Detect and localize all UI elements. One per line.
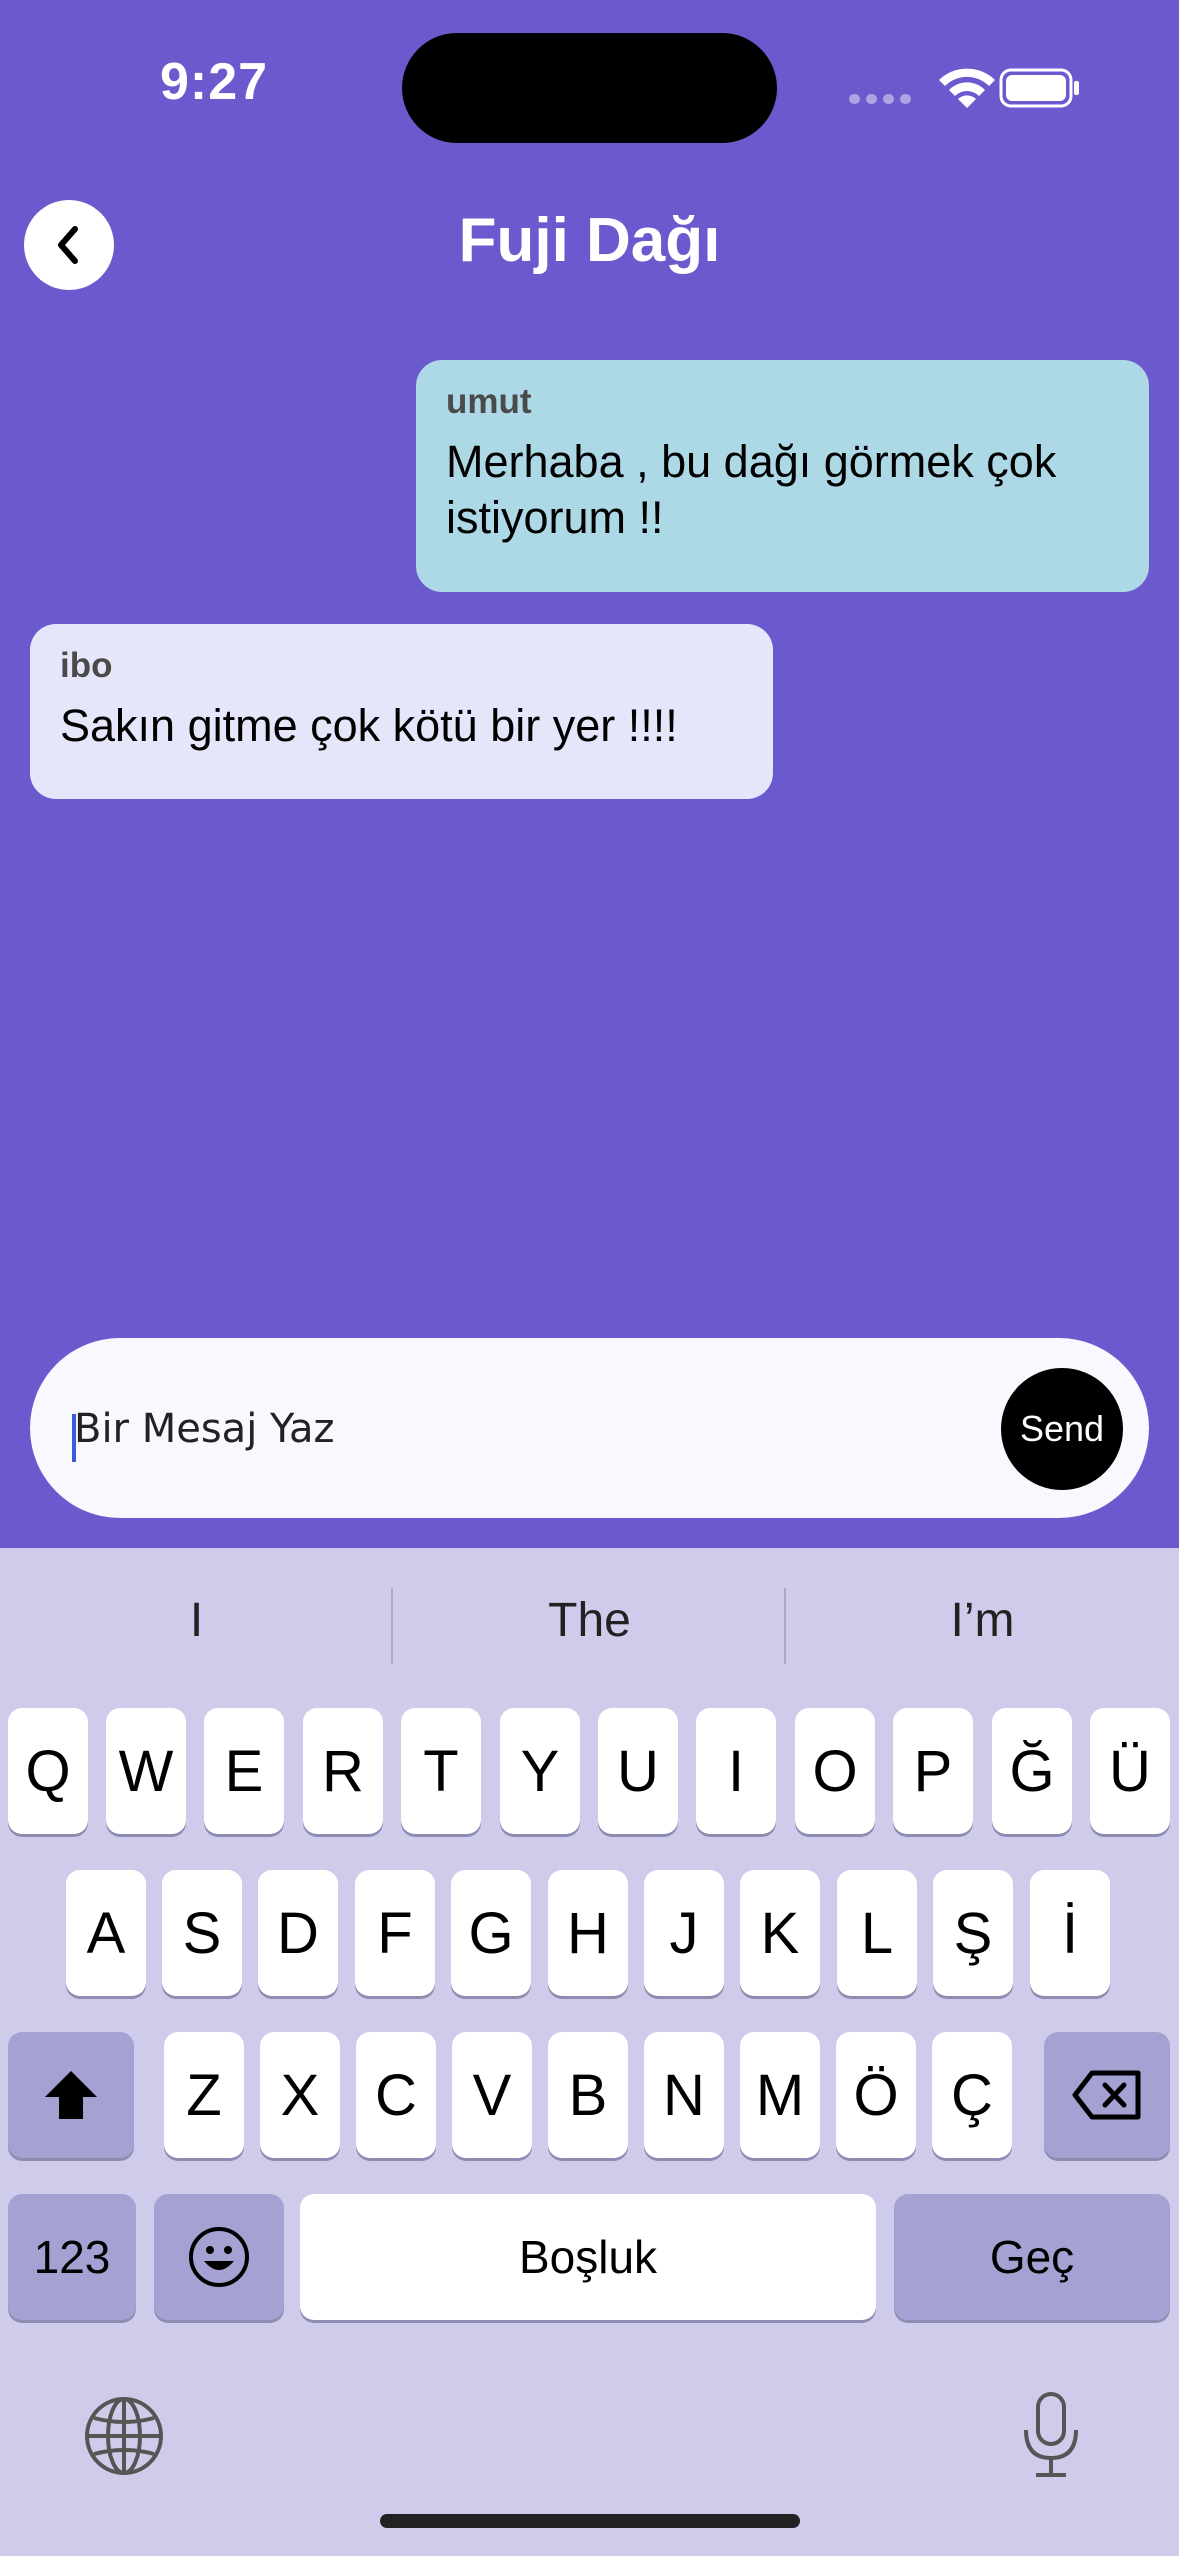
cellular-signal-icon	[849, 94, 911, 104]
microphone-icon	[1024, 2392, 1078, 2477]
page-title: Fuji Dağı	[458, 206, 721, 275]
suggestion-item[interactable]: The	[393, 1593, 786, 1648]
key-t[interactable]: T	[401, 1708, 481, 1834]
key-s-cedilla[interactable]: Ş	[933, 1870, 1013, 1996]
key-s[interactable]: S	[162, 1870, 242, 1996]
key-m[interactable]: M	[740, 2032, 820, 2158]
key-c-cedilla[interactable]: Ç	[932, 2032, 1012, 2158]
key-k[interactable]: K	[740, 1870, 820, 1996]
emoji-icon	[189, 2227, 249, 2287]
battery-icon	[999, 68, 1079, 108]
home-indicator	[380, 2514, 800, 2528]
key-c[interactable]: C	[356, 2032, 436, 2158]
message-bubble-received: ibo Sakın gitme çok kötü bir yer !!!!	[30, 624, 773, 799]
key-e[interactable]: E	[204, 1708, 284, 1834]
shift-key[interactable]	[8, 2032, 134, 2158]
message-text: Sakın gitme çok kötü bir yer !!!!	[60, 700, 678, 751]
globe-key[interactable]	[82, 2394, 166, 2478]
key-j[interactable]: J	[644, 1870, 724, 1996]
emoji-key[interactable]	[154, 2194, 284, 2320]
message-text: Merhaba , bu dağı görmek çok istiyorum !…	[446, 436, 1057, 543]
key-h[interactable]: H	[548, 1870, 628, 1996]
dictation-key[interactable]	[1018, 2390, 1084, 2480]
key-n[interactable]: N	[644, 2032, 724, 2158]
numbers-key[interactable]: 123	[8, 2194, 136, 2320]
status-time: 9:27	[160, 53, 269, 111]
key-x[interactable]: X	[260, 2032, 340, 2158]
key-d[interactable]: D	[258, 1870, 338, 1996]
space-key[interactable]: Boşluk	[300, 2194, 876, 2320]
key-w[interactable]: W	[106, 1708, 186, 1834]
key-u[interactable]: U	[598, 1708, 678, 1834]
shift-icon	[45, 2071, 97, 2119]
message-sender: umut	[446, 382, 532, 421]
key-i[interactable]: I	[696, 1708, 776, 1834]
key-l[interactable]: L	[837, 1870, 917, 1996]
key-u-umlaut[interactable]: Ü	[1090, 1708, 1170, 1834]
dynamic-island	[402, 33, 777, 143]
key-a[interactable]: A	[66, 1870, 146, 1996]
delete-key[interactable]	[1044, 2032, 1170, 2158]
key-o[interactable]: O	[795, 1708, 875, 1834]
key-b[interactable]: B	[548, 2032, 628, 2158]
key-p[interactable]: P	[893, 1708, 973, 1834]
message-bubble-sent: umut Merhaba , bu dağı görmek çok istiyo…	[416, 360, 1149, 592]
key-y[interactable]: Y	[500, 1708, 580, 1834]
key-g[interactable]: G	[451, 1870, 531, 1996]
keyboard: I The I’m Q W E R T Y U I O P Ğ Ü A S D …	[0, 1548, 1179, 2556]
key-g-breve[interactable]: Ğ	[992, 1708, 1072, 1834]
suggestion-item[interactable]: I’m	[786, 1593, 1179, 1648]
key-i-dotted[interactable]: İ	[1030, 1870, 1110, 1996]
key-r[interactable]: R	[303, 1708, 383, 1834]
message-input[interactable]	[74, 1398, 974, 1460]
message-sender: ibo	[60, 646, 113, 685]
key-o-umlaut[interactable]: Ö	[836, 2032, 916, 2158]
return-key[interactable]: Geç	[894, 2194, 1170, 2320]
wifi-icon	[939, 68, 995, 108]
globe-icon	[85, 2397, 163, 2475]
suggestion-item[interactable]: I	[0, 1593, 393, 1648]
send-button[interactable]: Send	[1001, 1368, 1123, 1490]
key-z[interactable]: Z	[164, 2032, 244, 2158]
key-f[interactable]: F	[355, 1870, 435, 1996]
backspace-icon	[1072, 2070, 1141, 2120]
key-q[interactable]: Q	[8, 1708, 88, 1834]
key-v[interactable]: V	[452, 2032, 532, 2158]
suggestion-bar: I The I’m	[0, 1548, 1179, 1698]
message-composer: Send	[30, 1338, 1149, 1518]
